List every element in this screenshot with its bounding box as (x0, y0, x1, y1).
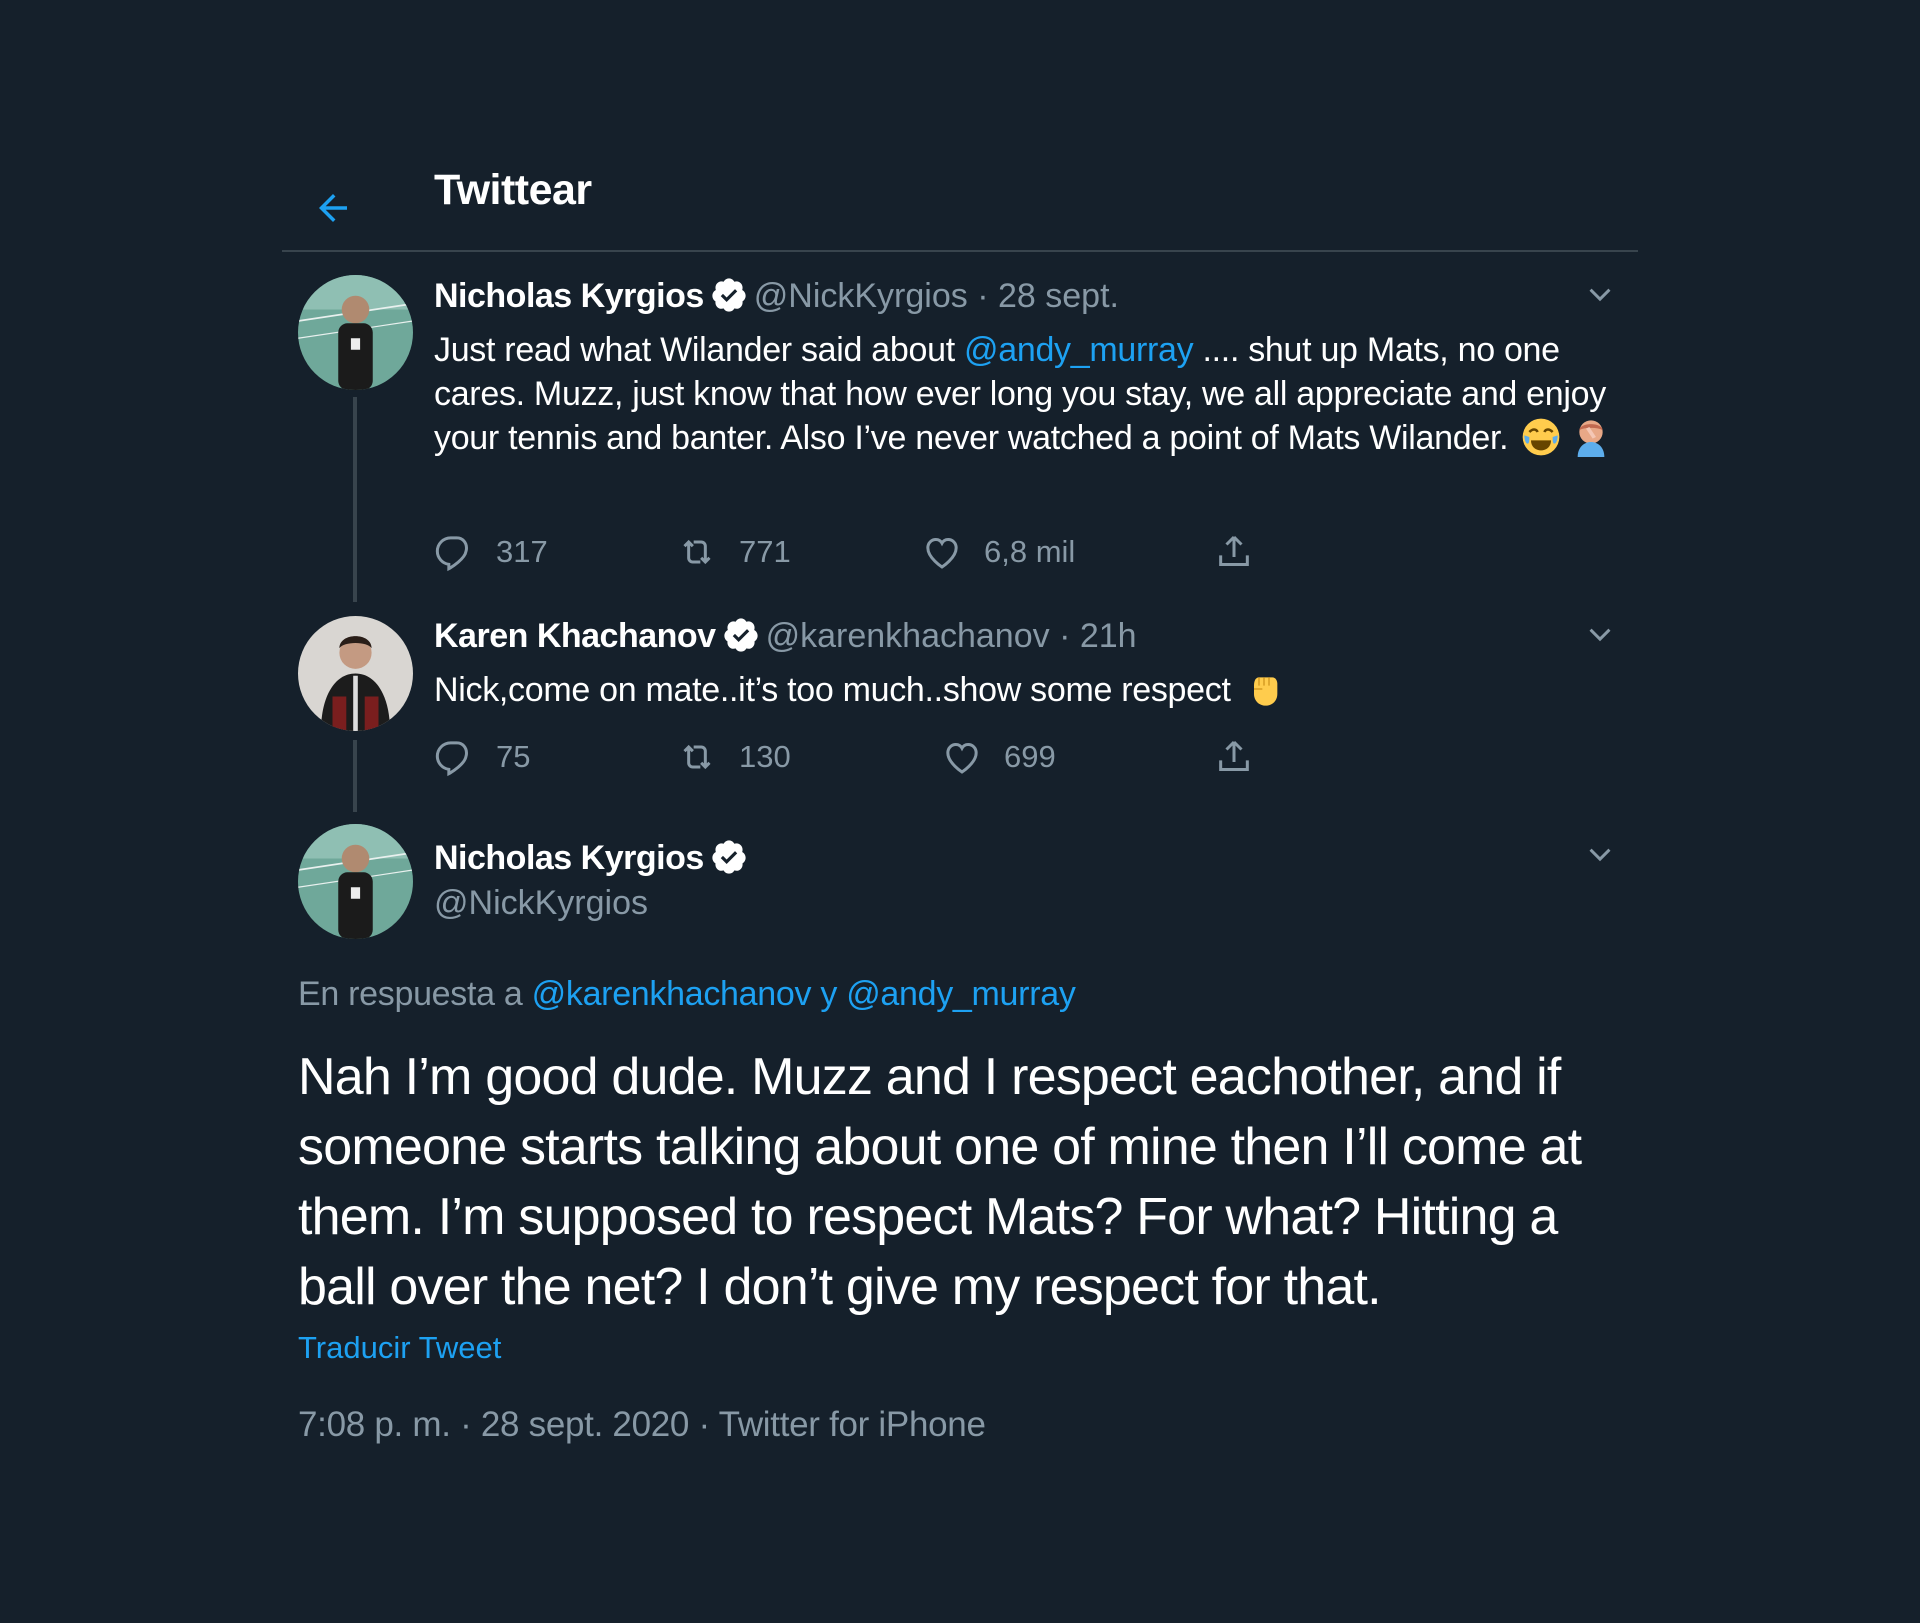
avatar-nicholas-image (298, 275, 413, 390)
back-button[interactable] (312, 180, 368, 236)
avatar[interactable] (298, 824, 413, 939)
man-facepalming-emoji (1577, 420, 1604, 457)
mention-link[interactable]: @andy_murray (964, 331, 1194, 369)
heart-icon (946, 742, 978, 774)
reply-prefix: En respuesta a (298, 975, 532, 1013)
arrow-left-icon (319, 194, 347, 222)
retweet-icon (683, 744, 711, 770)
tweet-source[interactable]: Twitter for iPhone (719, 1405, 986, 1444)
reply-button[interactable]: 75 (434, 732, 530, 782)
main-tweet-text: Nah I’m good dude. Muzz and I respect ea… (298, 1048, 1582, 1316)
share-icon (1219, 740, 1249, 771)
reply-icon (435, 536, 469, 572)
tweet-date[interactable]: 21h (1080, 617, 1137, 655)
thread-line (353, 740, 357, 812)
reply-conjunction: y (811, 975, 847, 1013)
tweet-text-part: Just read what Wilander said about (434, 331, 965, 369)
avatar-karen-image (298, 616, 413, 731)
avatar[interactable] (298, 275, 413, 390)
author-name[interactable]: Karen Khachanov (434, 617, 716, 655)
separator-dot: · (977, 277, 989, 315)
main-author-name-row: Nicholas Kyrgios (434, 838, 754, 878)
tweet-metadata: 7:08 p. m. · 28 sept. 2020 · Twitter for… (298, 1405, 986, 1445)
chevron-down-icon (1589, 848, 1611, 862)
reply-count: 75 (496, 739, 531, 774)
tweet-text: Just read what Wilander said about @andy… (434, 328, 1614, 460)
share-button[interactable] (1214, 527, 1254, 577)
tweet-actions: 317 771 6,8 mil (434, 527, 1534, 577)
tweet-text: Nick,come on mate..it’s too much..show s… (434, 668, 1614, 712)
retweet-count: 771 (739, 534, 791, 569)
chevron-down-icon (1589, 628, 1611, 642)
like-button[interactable]: 699 (942, 732, 1056, 782)
retweet-count: 130 (739, 739, 791, 774)
tweet-thread-page: Twittear Nicholas Kyrgios @NickKyrgios · … (0, 0, 1920, 1623)
tweet-time[interactable]: 7:08 p. m. (298, 1405, 451, 1444)
tweet-karen[interactable]: Karen Khachanov @karenkhachanov · 21h Nic… (298, 612, 1628, 812)
face-with-tears-of-joy-emoji (1523, 418, 1560, 456)
like-count: 6,8 mil (984, 534, 1076, 569)
tweet-actions: 75 130 699 (434, 732, 1534, 782)
share-icon (1219, 535, 1249, 566)
main-tweet-author: Nicholas Kyrgios @NickKyrgios (298, 822, 1628, 952)
reply-context: En respuesta a @karenkhachanov y @andy_m… (298, 975, 1076, 1014)
separator-dot: · (1059, 617, 1071, 655)
avatar[interactable] (298, 616, 413, 731)
retweet-button[interactable]: 130 (677, 732, 791, 782)
verified-badge-icon (712, 840, 746, 874)
author-name[interactable]: Nicholas Kyrgios (434, 839, 704, 877)
mention-link[interactable]: @andy_murray (846, 975, 1076, 1013)
main-author-handle-row: @NickKyrgios (434, 884, 648, 923)
chevron-down-icon (1589, 288, 1611, 302)
reply-icon (435, 741, 469, 777)
author-handle[interactable]: @NickKyrgios (434, 884, 648, 922)
like-count: 699 (1004, 739, 1056, 774)
tweet-date[interactable]: 28 sept. (998, 277, 1119, 315)
page-title: Twittear (434, 166, 592, 214)
author-handle[interactable]: @NickKyrgios (754, 277, 968, 315)
mention-link[interactable]: @karenkhachanov (532, 975, 812, 1013)
verified-badge-icon (723, 618, 758, 652)
header-bar: Twittear (282, 150, 1638, 252)
tweet-header: Nicholas Kyrgios @NickKyrgios · 28 sept. (434, 276, 1119, 316)
verified-badge-icon (712, 278, 746, 312)
tweet-header: Karen Khachanov @karenkhachanov · 21h (434, 616, 1137, 656)
like-button[interactable]: 6,8 mil (922, 527, 1075, 577)
avatar-nicholas-image (298, 824, 413, 939)
tweet-menu-button[interactable] (1582, 618, 1618, 654)
retweet-button[interactable]: 771 (677, 527, 791, 577)
author-handle[interactable]: @karenkhachanov (766, 617, 1050, 655)
thread-line (353, 397, 357, 602)
reply-button[interactable]: 317 (434, 527, 548, 577)
retweet-icon (683, 539, 711, 565)
translate-tweet-link[interactable]: Traducir Tweet (298, 1330, 501, 1366)
tweet-menu-button[interactable] (1582, 278, 1618, 314)
raised-fist-emoji (1253, 677, 1278, 706)
tweet-nicholas-1[interactable]: Nicholas Kyrgios @NickKyrgios · 28 sept. … (298, 272, 1628, 602)
separator-dot: · (689, 1405, 719, 1444)
tweet-text-part: Nick,come on mate..it’s too much..show s… (434, 671, 1231, 709)
separator-dot: · (450, 1405, 481, 1444)
share-button[interactable] (1214, 732, 1254, 782)
tweet-menu-button[interactable] (1582, 838, 1618, 874)
author-name[interactable]: Nicholas Kyrgios (434, 277, 704, 315)
reply-count: 317 (496, 534, 548, 569)
heart-icon (926, 537, 958, 569)
tweet-full-date[interactable]: 28 sept. 2020 (481, 1405, 690, 1444)
